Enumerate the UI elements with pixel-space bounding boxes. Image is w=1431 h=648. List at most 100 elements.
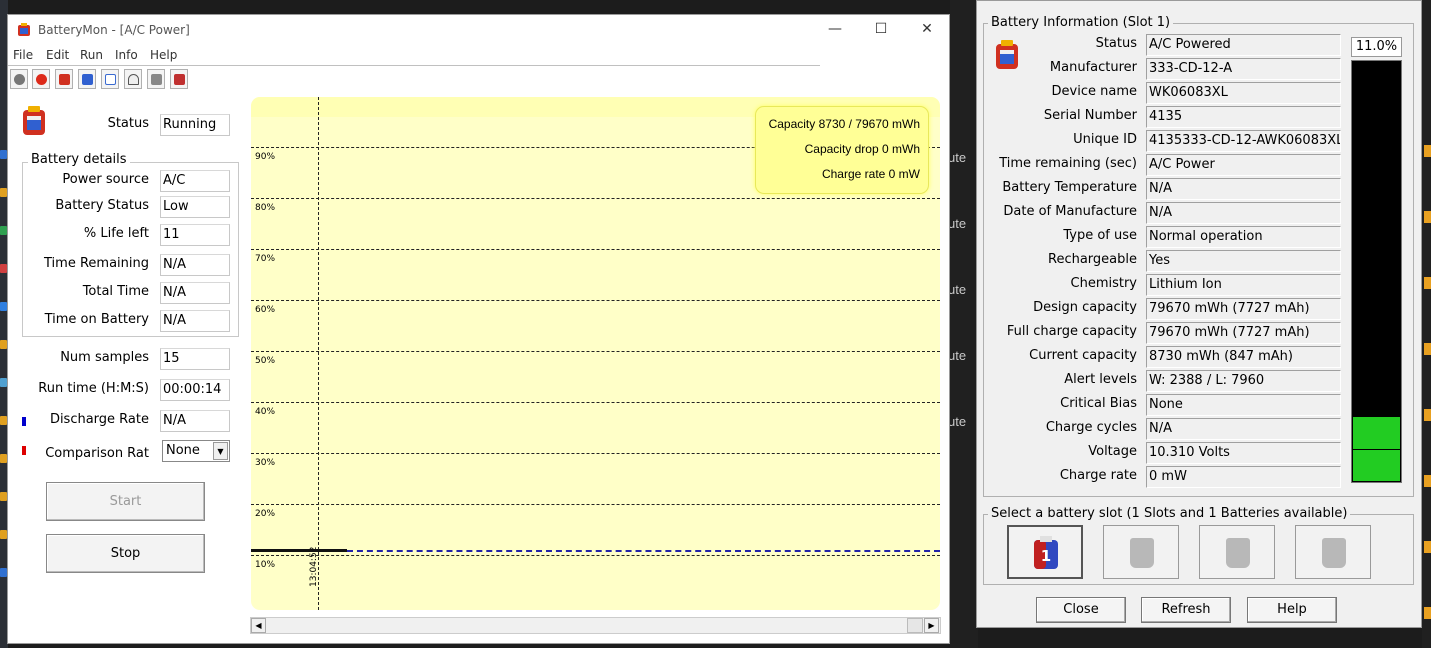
desktop-shortcut-icon[interactable] <box>0 226 7 235</box>
x-tick-label: 13:04:52 <box>309 546 319 587</box>
scroll-right-icon[interactable]: ▶ <box>924 618 939 633</box>
menu-file[interactable]: File <box>13 48 33 62</box>
battery-slot-3[interactable] <box>1199 525 1275 579</box>
close-button[interactable]: ✕ <box>904 15 950 45</box>
menu-run[interactable]: Run <box>80 48 103 62</box>
help-button[interactable]: Help <box>1247 597 1337 623</box>
detail-label: Power source <box>62 172 149 187</box>
background-window-text: ute <box>948 282 967 297</box>
battery-info-label: Time remaining (sec) <box>999 156 1137 171</box>
battery-slot-1-icon: 1 <box>1034 536 1058 569</box>
battery-info-value: 79670 mWh (7727 mAh) <box>1146 322 1341 344</box>
charge-level-segment <box>1353 417 1400 449</box>
maximize-button[interactable]: ☐ <box>858 15 904 45</box>
battery-info-value: Lithium Ion <box>1146 274 1341 296</box>
battery-info-label: Battery Temperature <box>1002 180 1137 195</box>
checklist-icon[interactable] <box>101 69 119 89</box>
chart-gridline <box>251 402 940 403</box>
y-tick-label: 50% <box>255 356 276 366</box>
chevron-down-icon[interactable]: ▼ <box>213 442 228 460</box>
empty-battery-icon <box>1226 538 1250 568</box>
battery-info-value: 79670 mWh (7727 mAh) <box>1146 298 1341 320</box>
status-label: Status <box>107 116 149 131</box>
desktop-shortcut-icon[interactable] <box>0 530 7 539</box>
chart-horizontal-scrollbar[interactable]: ◀ ▶ <box>250 617 941 634</box>
battery-info-value: W: 2388 / L: 7960 <box>1146 370 1341 392</box>
battery-slot-title: Select a battery slot (1 Slots and 1 Bat… <box>988 506 1351 521</box>
desktop-shortcut-icon[interactable] <box>0 492 7 501</box>
battery-slot-2[interactable] <box>1103 525 1179 579</box>
y-tick-label: 10% <box>255 560 276 570</box>
desktop-shortcut-icon[interactable] <box>0 150 7 159</box>
battery-info-value: None <box>1146 394 1341 416</box>
detail-value: N/A <box>160 282 230 304</box>
battery-info-value: N/A <box>1146 418 1341 440</box>
chart-gridline <box>251 249 940 250</box>
capacity-series-line <box>251 549 347 552</box>
status-value: Running <box>160 114 230 136</box>
battery-info-value: A/C Powered <box>1146 34 1341 56</box>
battery-info-label: Design capacity <box>1033 300 1137 315</box>
battery-info-label: Status <box>1095 36 1137 51</box>
y-tick-label: 60% <box>255 305 276 315</box>
battery-info-label: Current capacity <box>1029 348 1137 363</box>
menu-separator <box>8 65 820 66</box>
title-bar[interactable]: BatteryMon - [A/C Power] — ☐ ✕ <box>8 15 949 45</box>
hand-icon[interactable] <box>147 69 165 89</box>
comparison-rate-select[interactable]: None ▼ <box>162 440 230 462</box>
desktop-shortcut-icon[interactable] <box>0 264 7 273</box>
comparison-rate-marker <box>22 446 26 455</box>
stat-value: N/A <box>160 410 230 432</box>
stop-button[interactable]: Stop <box>46 534 205 573</box>
scroll-thumb[interactable] <box>907 618 923 633</box>
stat-value: 15 <box>160 348 230 370</box>
desktop-shortcut-icon[interactable] <box>0 378 7 387</box>
menu-edit[interactable]: Edit <box>46 48 69 62</box>
background-window-strip <box>950 0 978 648</box>
start-button[interactable]: Start <box>46 482 205 521</box>
detail-value: A/C <box>160 170 230 192</box>
gauge-icon[interactable] <box>124 69 142 89</box>
battery-status-icon <box>23 106 45 135</box>
desktop-shortcut-icon[interactable] <box>0 568 7 577</box>
comparison-rate-label: Comparison Rat <box>45 446 149 461</box>
battery-info-icon[interactable] <box>78 69 96 89</box>
battery-info-value: 4135 <box>1146 106 1341 128</box>
y-tick-label: 20% <box>255 509 276 519</box>
background-window-text: ute <box>948 150 967 165</box>
background-app-marker <box>1424 607 1431 619</box>
chart-gridline <box>251 504 940 505</box>
desktop-shortcut-icon[interactable] <box>0 416 7 425</box>
background-app-marker <box>1424 475 1431 487</box>
desktop-shortcut-icon[interactable] <box>0 340 7 349</box>
battery-slot-4[interactable] <box>1295 525 1371 579</box>
desktop-shortcut-icon[interactable] <box>0 302 7 311</box>
charge-level-bar <box>1351 60 1402 483</box>
stop-icon[interactable] <box>32 69 50 89</box>
background-app-marker <box>1424 145 1431 157</box>
desktop-shortcut-icon[interactable] <box>0 454 7 463</box>
chart-gridline <box>251 198 940 199</box>
battery-exchange-icon[interactable] <box>170 69 188 89</box>
battery-info-label: Alert levels <box>1064 372 1137 387</box>
battery-info-value: Normal operation <box>1146 226 1341 248</box>
chart-time-gridline <box>318 97 319 610</box>
battery-info-label: Type of use <box>1063 228 1137 243</box>
y-tick-label: 80% <box>255 203 276 213</box>
close-button[interactable]: Close <box>1036 597 1126 623</box>
window-title: BatteryMon - [A/C Power] <box>38 23 190 37</box>
battery-icon[interactable] <box>55 69 73 89</box>
menu-help[interactable]: Help <box>150 48 177 62</box>
stop-sign-icon[interactable] <box>10 69 28 89</box>
scroll-left-icon[interactable]: ◀ <box>251 618 266 633</box>
menu-info[interactable]: Info <box>115 48 138 62</box>
battery-info-value: 8730 mWh (847 mAh) <box>1146 346 1341 368</box>
battery-info-value: 10.310 Volts <box>1146 442 1341 464</box>
detail-value: 11 <box>160 224 230 246</box>
battery-info-label: Manufacturer <box>1049 60 1137 75</box>
minimize-button[interactable]: — <box>812 15 858 45</box>
refresh-button[interactable]: Refresh <box>1141 597 1231 623</box>
battery-slot-1[interactable]: 1 <box>1007 525 1083 579</box>
desktop-shortcut-icon[interactable] <box>0 188 7 197</box>
detail-label: Battery Status <box>55 198 149 213</box>
